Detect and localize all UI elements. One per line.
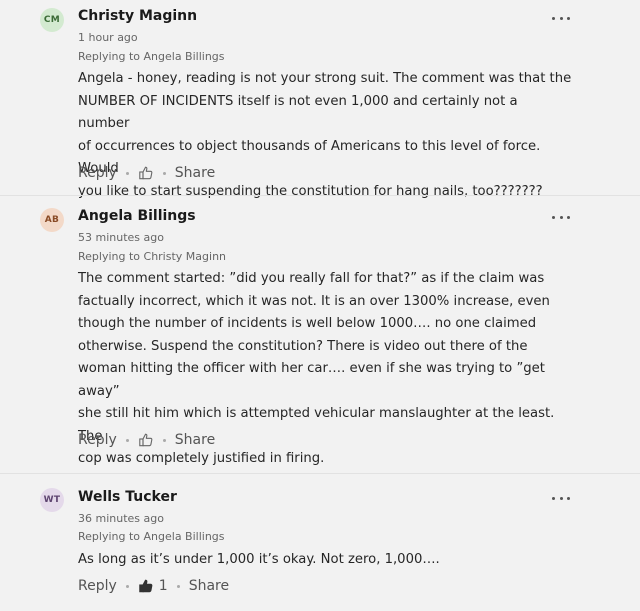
separator-dot xyxy=(162,171,166,175)
comment-actions: Reply Share xyxy=(78,163,215,183)
comment-timestamp[interactable]: 53 minutes ago xyxy=(78,231,164,244)
separator-dot xyxy=(125,584,129,588)
share-button[interactable]: Share xyxy=(189,578,229,594)
avatar[interactable]: AB xyxy=(40,208,64,232)
more-options-icon[interactable] xyxy=(552,212,570,222)
divider xyxy=(0,473,640,474)
reply-button[interactable]: Reply xyxy=(78,165,117,181)
like-count: 1 xyxy=(158,578,168,594)
comment-line: As long as it’s under 1,000 it’s okay. N… xyxy=(78,552,440,567)
comment-line: you like to start suspending the constit… xyxy=(78,183,543,199)
comment-line: Angela - honey, reading is not your stro… xyxy=(78,71,572,86)
commenter-name[interactable]: Christy Maginn xyxy=(78,8,197,24)
comment-line: though the number of incidents is well b… xyxy=(78,316,537,331)
comment-line: NUMBER OF INCIDENTS itself is not even 1… xyxy=(78,93,518,132)
replying-to-label: Replying to Christy Maginn xyxy=(78,250,227,263)
share-button[interactable]: Share xyxy=(175,432,215,448)
like-button[interactable] xyxy=(138,165,154,181)
replying-to-label: Replying to Angela Billings xyxy=(78,530,225,543)
comment-line: The comment started: ”did you really fal… xyxy=(78,271,545,286)
commenter-name[interactable]: Wells Tucker xyxy=(78,489,177,505)
separator-dot xyxy=(176,584,180,588)
share-button[interactable]: Share xyxy=(175,165,215,181)
separator-dot xyxy=(125,438,129,442)
comment-body: As long as it’s under 1,000 it’s okay. N… xyxy=(78,549,573,572)
like-button[interactable]: 1 xyxy=(138,578,168,594)
reply-button[interactable]: Reply xyxy=(78,578,117,594)
comment-line: factually incorrect, which it was not. I… xyxy=(78,293,550,309)
divider xyxy=(0,195,640,196)
avatar[interactable]: CM xyxy=(40,8,64,32)
like-button[interactable] xyxy=(138,432,154,448)
avatar-initials: CM xyxy=(43,15,61,25)
thumbs-up-icon xyxy=(139,166,153,180)
reply-button[interactable]: Reply xyxy=(78,432,117,448)
more-options-icon[interactable] xyxy=(552,13,570,23)
separator-dot xyxy=(125,171,129,175)
avatar-initials: WT xyxy=(43,495,61,505)
thumbs-up-filled-icon xyxy=(139,579,153,593)
comment-line: cop was completely justified in firing. xyxy=(78,451,325,466)
comment-line: woman hitting the officer with her car….… xyxy=(78,361,545,399)
comment-timestamp[interactable]: 1 hour ago xyxy=(78,31,138,44)
thumbs-up-icon xyxy=(139,433,153,447)
comment-line: otherwise. Suspend the constitution? The… xyxy=(78,338,528,354)
commenter-name[interactable]: Angela Billings xyxy=(78,208,196,224)
comment-actions: Reply Share xyxy=(78,430,215,450)
avatar[interactable]: WT xyxy=(40,488,64,512)
comment-timestamp[interactable]: 36 minutes ago xyxy=(78,512,164,525)
replying-to-label: Replying to Angela Billings xyxy=(78,50,225,63)
avatar-initials: AB xyxy=(44,215,60,225)
comment-actions: Reply 1 Share xyxy=(78,576,229,596)
separator-dot xyxy=(162,438,166,442)
more-options-icon[interactable] xyxy=(552,493,570,503)
